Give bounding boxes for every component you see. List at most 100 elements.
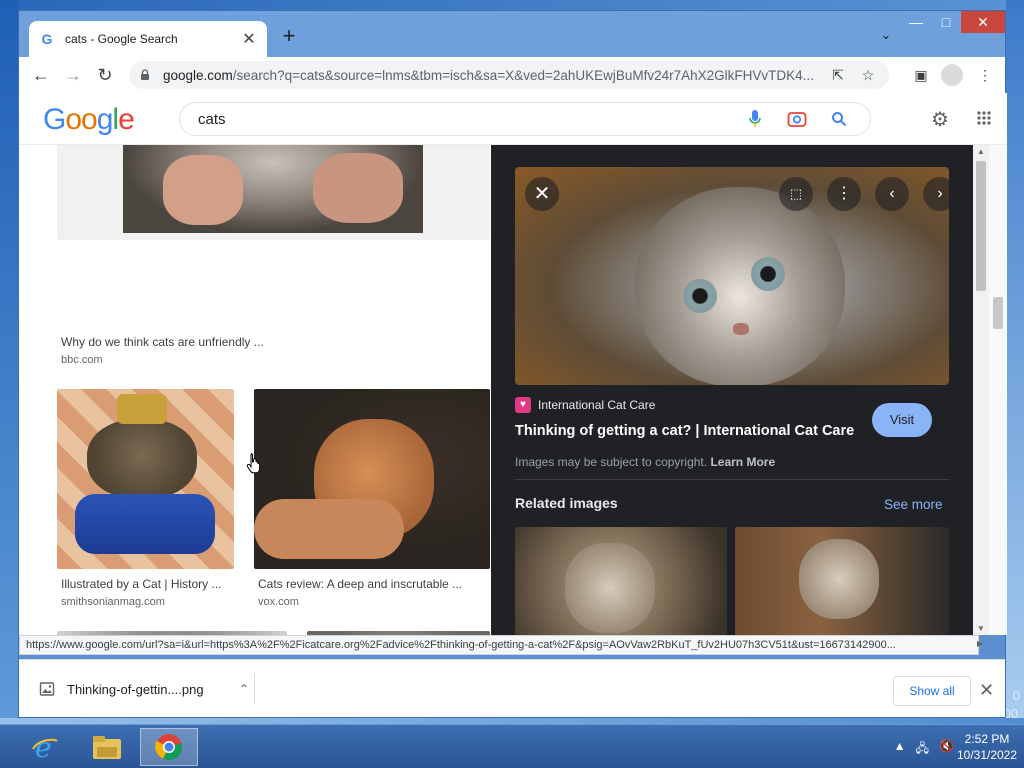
panel-scrollbar[interactable]: ▲ ▼ bbox=[973, 145, 989, 635]
desktop-left-edge bbox=[0, 0, 18, 718]
address-bar[interactable]: google.com/search?q=cats&source=lnms&tbm… bbox=[129, 61, 889, 89]
scrollbar-thumb[interactable] bbox=[976, 161, 986, 291]
scroll-up-arrow-icon[interactable]: ▲ bbox=[977, 147, 985, 156]
browser-toolbar: ← → ↻ google.com/search?q=cats&source=ln… bbox=[19, 57, 1005, 93]
copyright-notice: Images may be subject to copyright. Lear… bbox=[515, 455, 775, 469]
preview-title[interactable]: Thinking of getting a cat? | Internation… bbox=[515, 423, 854, 439]
google-doodle-logo[interactable]: Google bbox=[43, 103, 135, 137]
page-content: Google cats ⚙ Why do we think cats are u… bbox=[19, 93, 1007, 635]
url-path: /search?q=cats&source=lnms&tbm=isch&sa=X… bbox=[232, 67, 814, 83]
share-icon[interactable]: ⇱ bbox=[827, 67, 849, 84]
image-results-grid: Why do we think cats are unfriendly ... … bbox=[19, 145, 491, 635]
result-caption[interactable]: Illustrated by a Cat | History ... bbox=[61, 577, 222, 591]
tab-cats-search[interactable]: G cats - Google Search ✕ bbox=[29, 21, 267, 57]
download-filename: Thinking-of-gettin....png bbox=[67, 681, 204, 697]
close-download-bar-icon[interactable]: ✕ bbox=[979, 680, 994, 701]
result-image-vox[interactable] bbox=[254, 389, 490, 569]
chrome-taskbar-icon[interactable] bbox=[140, 728, 198, 766]
cat-collar bbox=[75, 494, 215, 554]
kitten-nose bbox=[733, 323, 749, 335]
gear-icon[interactable]: ⚙ bbox=[929, 109, 951, 131]
close-window-button[interactable]: ✕ bbox=[961, 11, 1005, 33]
apps-grid-icon[interactable] bbox=[977, 111, 995, 129]
forward-arrow-icon[interactable]: → bbox=[61, 63, 85, 87]
kitten-face bbox=[565, 543, 655, 633]
source-site-name: International Cat Care bbox=[538, 398, 656, 412]
divider bbox=[515, 479, 949, 480]
search-input[interactable]: cats bbox=[179, 102, 871, 136]
result-source: bbc.com bbox=[61, 354, 103, 366]
source-site-row[interactable]: ♥ International Cat Care bbox=[515, 397, 655, 413]
hand-left bbox=[163, 155, 243, 225]
microphone-icon[interactable] bbox=[742, 106, 768, 132]
image-file-icon bbox=[39, 682, 55, 696]
lock-icon bbox=[141, 69, 149, 80]
browser-window: G cats - Google Search ✕ + ⌄ — □ ✕ ← → ↻… bbox=[18, 10, 1007, 718]
new-tab-button[interactable]: + bbox=[277, 25, 301, 49]
cat-pharaoh-image bbox=[87, 419, 197, 499]
clock[interactable]: 2:52 PM 10/31/2022 bbox=[954, 731, 1020, 763]
search-icon[interactable] bbox=[826, 106, 852, 132]
result-caption[interactable]: Cats review: A deep and inscrutable ... bbox=[258, 577, 462, 591]
cats-film-arm bbox=[254, 499, 404, 559]
maximize-button[interactable]: □ bbox=[931, 11, 961, 33]
show-all-button[interactable]: Show all bbox=[893, 676, 971, 706]
star-icon[interactable]: ☆ bbox=[857, 67, 879, 84]
internet-explorer-icon[interactable]: e bbox=[16, 728, 74, 766]
learn-more-link[interactable]: Learn More bbox=[710, 455, 775, 469]
kitten-face bbox=[799, 539, 879, 619]
tab-title: cats - Google Search bbox=[65, 32, 178, 46]
lens-icon[interactable] bbox=[784, 106, 810, 132]
hand-right bbox=[313, 153, 403, 223]
page-scrollbar-thumb[interactable] bbox=[993, 297, 1003, 329]
cat-headdress bbox=[117, 394, 167, 424]
minimize-button[interactable]: — bbox=[901, 11, 931, 33]
desktop-right-edge bbox=[1006, 0, 1024, 718]
next-image-icon[interactable]: › bbox=[923, 177, 957, 211]
visual-search-icon[interactable]: ⬚ bbox=[779, 177, 813, 211]
result-source: vox.com bbox=[258, 596, 299, 608]
back-arrow-icon[interactable]: ← bbox=[29, 63, 53, 87]
file-explorer-icon[interactable] bbox=[78, 728, 136, 766]
more-options-icon[interactable]: ⋮ bbox=[827, 177, 861, 211]
result-image-smithsonian[interactable] bbox=[57, 389, 234, 569]
title-bar: G cats - Google Search ✕ + ⌄ — □ ✕ bbox=[19, 11, 1005, 57]
system-tray: ▲ 🖧 🔇 bbox=[894, 739, 954, 760]
windows-taskbar: e ▲ 🖧 🔇 2:52 PM 10/31/2022 bbox=[0, 724, 1024, 768]
image-preview-panel: ✕ ⬚ ⋮ ‹ › ♥ International Cat Care Think… bbox=[491, 145, 973, 635]
related-image-1[interactable] bbox=[515, 527, 727, 635]
see-more-link[interactable]: See more bbox=[884, 497, 943, 512]
download-shelf: Thinking-of-gettin....png ⌃ Show all ✕ bbox=[19, 659, 1005, 717]
scroll-down-arrow-icon[interactable]: ▼ bbox=[977, 624, 985, 633]
url-text: google.com/search?q=cats&source=lnms&tbm… bbox=[163, 68, 819, 83]
result-caption[interactable]: Why do we think cats are unfriendly ... bbox=[61, 335, 264, 349]
close-preview-icon[interactable]: ✕ bbox=[525, 177, 559, 211]
volume-muted-icon[interactable]: 🔇 bbox=[939, 739, 954, 760]
show-hidden-icons-icon[interactable]: ▲ bbox=[894, 739, 906, 760]
chevron-up-icon[interactable]: ⌃ bbox=[234, 682, 254, 696]
menu-kebab-icon[interactable]: ⋮ bbox=[973, 63, 997, 87]
google-favicon-icon: G bbox=[41, 31, 53, 47]
cat-hands-image bbox=[123, 145, 423, 233]
url-domain: google.com bbox=[163, 67, 233, 83]
profile-button[interactable] bbox=[941, 63, 965, 87]
tab-close-icon[interactable]: ✕ bbox=[241, 29, 257, 49]
network-icon[interactable]: 🖧 bbox=[916, 739, 929, 760]
copyright-text: Images may be subject to copyright. bbox=[515, 455, 708, 469]
related-image-2[interactable] bbox=[735, 527, 949, 635]
pumpkin-o: o bbox=[65, 103, 82, 136]
tab-search-chevron-icon[interactable]: ⌄ bbox=[877, 27, 895, 45]
scroll-right-arrow-icon[interactable]: ▶ bbox=[977, 639, 983, 648]
side-panel-icon[interactable]: ▣ bbox=[909, 63, 933, 87]
svg-text:e: e bbox=[35, 732, 52, 762]
hand-cursor-icon bbox=[246, 453, 261, 474]
visit-button[interactable]: Visit bbox=[872, 403, 932, 437]
reload-icon[interactable]: ↻ bbox=[93, 63, 117, 87]
page-scrollbar[interactable] bbox=[989, 145, 1007, 635]
kitten-eye-right bbox=[751, 257, 785, 291]
result-image-bbc[interactable] bbox=[57, 145, 490, 240]
icatcare-favicon-icon: ♥ bbox=[515, 397, 531, 413]
previous-image-icon[interactable]: ‹ bbox=[875, 177, 909, 211]
window-controls: — □ ✕ bbox=[901, 11, 1005, 33]
download-item[interactable]: Thinking-of-gettin....png ⌃ bbox=[39, 674, 255, 704]
